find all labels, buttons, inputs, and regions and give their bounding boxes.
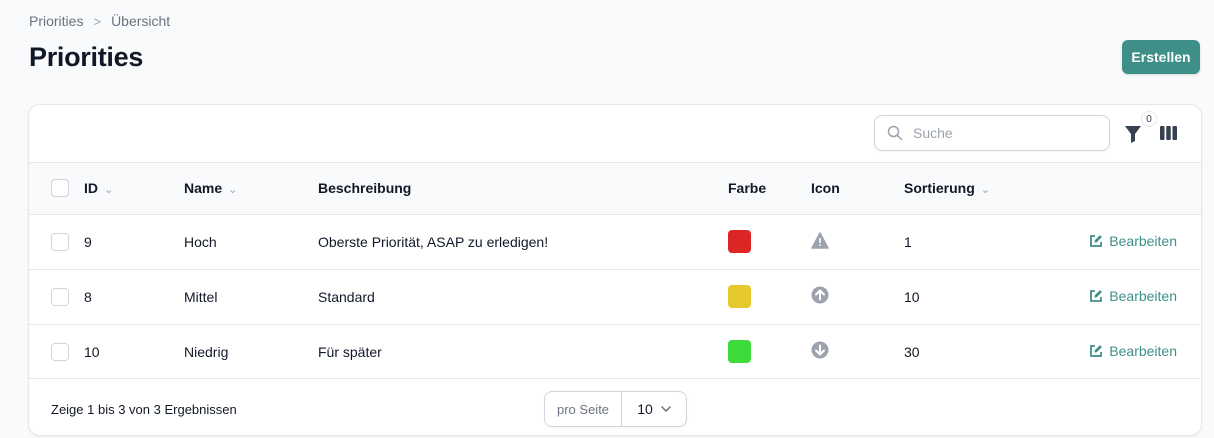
warning-triangle-icon [811,231,829,249]
select-all-checkbox[interactable] [51,179,69,198]
per-page-value[interactable]: 10 [622,392,686,426]
funnel-icon[interactable] [1124,124,1142,144]
arrow-up-circle-icon [811,286,829,304]
create-button[interactable]: Erstellen [1122,40,1200,74]
cell-sort: 30 [904,343,920,360]
per-page-label: pro Seite [545,392,623,426]
page-title: Priorities [29,42,144,72]
cell-id: 9 [84,233,92,250]
column-header-name[interactable]: Name ⌄ [184,163,318,214]
arrow-down-circle-icon [811,341,829,359]
table-toolbar: 0 [29,105,1201,163]
table-card: 0 ID⌄ Name⌄ Beschreibung Farbe Icon Sort… [28,104,1202,436]
per-page-select[interactable]: pro Seite 10 [544,391,687,427]
column-header-description: Beschreibung [318,180,412,197]
table-row: 10 Niedrig Für später 30 Bearbeiten [29,324,1201,379]
table-header-row: ID ⌄ Name ⌄ Beschreibung Farbe Icon Sortie… [29,163,1201,214]
columns-icon[interactable] [1160,125,1177,141]
color-swatch [728,340,751,364]
row-checkbox[interactable] [51,287,69,306]
cell-description: Oberste Priorität, ASAP zu erledigen! [318,233,549,250]
edit-icon [1090,344,1103,357]
cell-name: Niedrig [184,343,229,360]
cell-description: Standard [318,288,375,305]
row-checkbox[interactable] [51,342,69,361]
results-summary: Zeige 1 bis 3 von 3 Ergebnissen [51,402,237,417]
chevron-down-icon: ⌄ [228,184,238,197]
filter-count-badge: 0 [1141,111,1157,127]
row-checkbox[interactable] [51,232,69,251]
edit-icon [1090,289,1103,302]
edit-icon [1090,234,1103,247]
cell-sort: 10 [904,288,920,305]
color-swatch [728,285,751,308]
edit-button[interactable]: Bearbeiten [1089,288,1177,304]
table-row: 9 Hoch Oberste Priorität, ASAP zu erledi… [29,214,1201,269]
chevron-down-icon: ⌄ [980,184,990,197]
table-row: 8 Mittel Standard 10 Bearbeiten [29,269,1201,324]
cell-name: Mittel [184,288,218,305]
chevron-down-icon: ⌄ [104,184,114,197]
chevron-down-icon [661,406,671,412]
table-footer: Zeige 1 bis 3 von 3 Ergebnissen pro Seit… [29,378,1201,435]
cell-description: Für später [318,343,382,360]
breadcrumb: Priorities > Übersicht [29,13,170,29]
column-header-id[interactable]: ID ⌄ [84,163,184,214]
column-header-sort[interactable]: Sortierung ⌄ [904,163,1074,214]
column-header-icon: Icon [811,180,840,197]
color-swatch [728,230,751,253]
search-box[interactable] [874,115,1110,151]
search-icon [887,125,903,141]
cell-sort: 1 [904,233,912,250]
cell-id: 8 [84,288,92,305]
cell-id: 10 [84,343,100,360]
edit-button[interactable]: Bearbeiten [1089,343,1177,359]
column-header-color: Farbe [728,180,767,197]
breadcrumb-link-priorities[interactable]: Priorities [29,13,83,29]
breadcrumb-separator: > [93,13,102,29]
cell-name: Hoch [184,233,217,250]
breadcrumb-current: Übersicht [111,13,171,29]
search-input[interactable] [913,125,1103,141]
edit-button[interactable]: Bearbeiten [1089,233,1177,249]
priorities-table: ID ⌄ Name ⌄ Beschreibung Farbe Icon Sortie… [29,163,1201,379]
